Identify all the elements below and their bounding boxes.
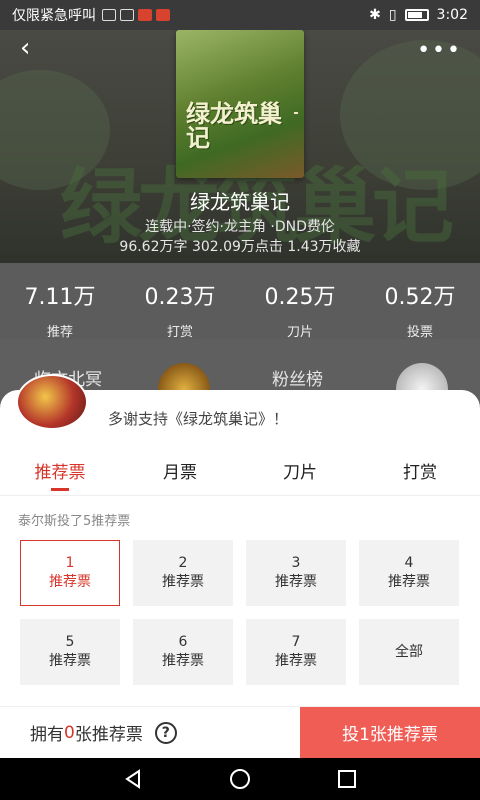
back-button[interactable]: ‹: [20, 34, 48, 62]
notification-icon: [102, 9, 116, 21]
wifi-icon: [120, 9, 134, 21]
stat-label: 投票: [406, 325, 433, 340]
option-count: 2: [178, 555, 188, 571]
tab-monthly-ticket[interactable]: 月票: [120, 452, 240, 495]
option-label: 推荐票: [275, 653, 317, 669]
bluetooth-icon: ✱: [369, 7, 381, 23]
owned-tickets: 拥有 0 张推荐票 ?: [0, 707, 300, 758]
more-button[interactable]: •••: [417, 38, 462, 63]
ticket-option-7[interactable]: 7 推荐票: [246, 619, 346, 685]
book-hero: 绿龙筑巢记 ‹ ••• 绿龙筑巢记 绿龙筑巢记 连载中·签约·龙主角 ·DND费…: [0, 30, 480, 263]
book-stats: 96.62万字 302.09万点击 1.43万收藏: [119, 239, 361, 255]
option-label: 推荐票: [49, 574, 91, 590]
support-sheet: 多谢支持《绿龙筑巢记》！ 推荐票 月票 刀片 打赏 泰尔斯投了5推荐票 1 推荐…: [0, 374, 480, 758]
cover-title: 绿龙筑巢记: [186, 99, 282, 152]
support-tabs: 推荐票 月票 刀片 打赏: [0, 452, 480, 496]
ticket-option-5[interactable]: 5 推荐票: [20, 619, 120, 685]
option-label: 推荐票: [275, 574, 317, 590]
clock: 3:02: [436, 7, 468, 23]
submit-vote-button[interactable]: 投1张推荐票: [300, 707, 480, 758]
option-count: 3: [291, 555, 301, 571]
option-count: 4: [404, 555, 414, 571]
battery-icon: [404, 9, 429, 21]
ticket-option-1[interactable]: 1 推荐票: [20, 540, 120, 606]
option-label: 全部: [395, 644, 423, 660]
option-count: 6: [178, 634, 188, 650]
option-count: 1: [65, 555, 75, 571]
cover-badge: [294, 112, 298, 114]
owned-prefix: 拥有: [30, 725, 64, 745]
ticket-option-6[interactable]: 6 推荐票: [133, 619, 233, 685]
recent-vote-note: 泰尔斯投了5推荐票: [18, 514, 131, 529]
stats-row: 7.11万 推荐 0.23万 打赏 0.25万 刀片 0.52万 投票: [0, 263, 480, 340]
ticket-options: 1 推荐票 2 推荐票 3 推荐票 4 推荐票 5 推荐票 6 推荐票 7 推荐…: [20, 540, 460, 685]
stat-recommend[interactable]: 7.11万 推荐: [0, 263, 120, 340]
option-count: 5: [65, 634, 75, 650]
stat-blade[interactable]: 0.25万 刀片: [240, 263, 360, 340]
stat-value: 0.52万: [384, 285, 456, 310]
nav-back-icon[interactable]: [121, 767, 145, 791]
ticket-option-2[interactable]: 2 推荐票: [133, 540, 233, 606]
stat-label: 打赏: [166, 325, 193, 340]
app-notification-icon: [138, 9, 152, 21]
help-icon[interactable]: ?: [154, 721, 177, 744]
option-label: 推荐票: [162, 574, 204, 590]
more-icon: •••: [417, 38, 462, 63]
tab-reward[interactable]: 打赏: [360, 452, 480, 495]
stat-label: 推荐: [46, 325, 73, 340]
stat-value: 0.23万: [144, 285, 216, 310]
stat-reward[interactable]: 0.23万 打赏: [120, 263, 240, 340]
tab-blade[interactable]: 刀片: [240, 452, 360, 495]
stat-value: 0.25万: [264, 285, 336, 310]
status-text: 仅限紧急呼叫: [12, 8, 96, 24]
stat-vote[interactable]: 0.52万 投票: [360, 263, 480, 340]
book-cover[interactable]: 绿龙筑巢记: [176, 30, 304, 178]
nav-home-icon[interactable]: [228, 767, 252, 791]
owned-suffix: 张推荐票: [74, 725, 143, 745]
option-label: 推荐票: [162, 653, 204, 669]
status-bar: 仅限紧急呼叫 ✱ ▯ 3:02: [0, 0, 480, 30]
ticket-option-3[interactable]: 3 推荐票: [246, 540, 346, 606]
vote-action-bar: 拥有 0 张推荐票 ? 投1张推荐票: [0, 706, 480, 758]
stat-value: 7.11万: [24, 285, 96, 310]
option-count: 7: [291, 634, 301, 650]
book-meta: 连载中·签约·龙主角 ·DND费伦: [145, 219, 335, 235]
ticket-option-all[interactable]: 全部: [359, 619, 459, 685]
stat-label: 刀片: [286, 325, 313, 340]
thanks-text: 多谢支持《绿龙筑巢记》！: [108, 410, 289, 428]
fans-rank-link[interactable]: 粉丝榜: [272, 365, 323, 390]
ticket-option-4[interactable]: 4 推荐票: [359, 540, 459, 606]
weibo-icon: [156, 9, 170, 21]
owned-count: 0: [64, 722, 75, 743]
system-nav-bar: [0, 758, 480, 800]
vibrate-icon: ▯: [388, 7, 397, 23]
tab-recommend-ticket[interactable]: 推荐票: [0, 452, 120, 495]
nav-recents-icon[interactable]: [335, 767, 359, 791]
book-title: 绿龙筑巢记: [190, 190, 290, 214]
back-icon: ‹: [20, 33, 31, 63]
option-label: 推荐票: [49, 653, 91, 669]
book-avatar: [16, 374, 88, 430]
option-label: 推荐票: [388, 574, 430, 590]
